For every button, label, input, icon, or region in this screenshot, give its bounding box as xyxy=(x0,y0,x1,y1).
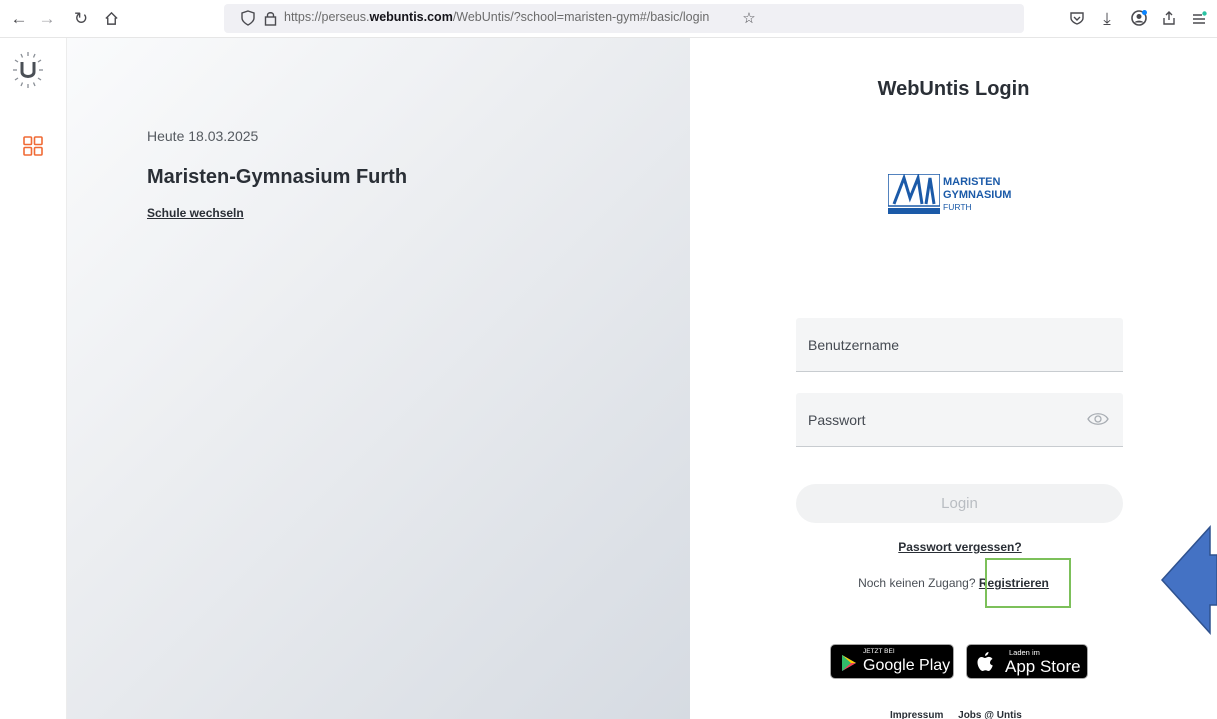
highlight-box xyxy=(985,558,1071,608)
login-button[interactable]: Login xyxy=(796,484,1123,523)
username-field[interactable] xyxy=(796,318,1123,372)
username-input[interactable] xyxy=(796,318,1123,371)
pocket-icon[interactable] xyxy=(1066,7,1088,29)
password-input[interactable] xyxy=(796,393,1123,446)
app-store-text: App Store xyxy=(1005,657,1081,676)
logo-text-line2: GYMNASIUM xyxy=(943,189,1012,201)
jobs-link[interactable]: Jobs @ Untis xyxy=(958,710,1022,719)
forgot-password-link[interactable]: Passwort vergessen? xyxy=(690,540,1217,554)
app-store-badge[interactable]: Laden im App Store xyxy=(966,644,1088,679)
impressum-link[interactable]: Impressum xyxy=(890,710,943,719)
google-play-small-text: JETZT BEI xyxy=(863,648,895,655)
logo-text-line3: FURTH xyxy=(943,202,972,212)
shield-icon[interactable] xyxy=(238,8,258,28)
browser-toolbar: ← → ↻ https://perseus.webuntis.com/WebUn… xyxy=(0,0,1217,38)
share-icon[interactable] xyxy=(1158,7,1180,29)
side-rail xyxy=(0,38,67,719)
forward-arrow-icon[interactable]: → xyxy=(36,7,58,29)
bookmark-star-icon[interactable]: ☆ xyxy=(739,8,759,28)
account-icon[interactable] xyxy=(1128,7,1150,29)
school-info-panel: Heute 18.03.2025 Maristen-Gymnasium Furt… xyxy=(67,38,690,719)
no-access-text: Noch keinen Zugang? xyxy=(858,576,976,590)
google-play-badge[interactable]: JETZT BEI Google Play xyxy=(830,644,954,679)
today-date: Heute 18.03.2025 xyxy=(147,128,259,144)
apple-icon xyxy=(977,652,993,671)
home-icon[interactable] xyxy=(100,7,122,29)
eye-icon[interactable] xyxy=(1087,411,1109,427)
login-title: WebUntis Login xyxy=(877,78,1030,100)
app-store-small-text: Laden im xyxy=(1009,648,1040,657)
password-field[interactable] xyxy=(796,393,1123,447)
footer-links: Impressum Jobs @ Untis xyxy=(890,710,1034,719)
url-text: https://perseus.webuntis.com/WebUntis/?s… xyxy=(284,10,710,24)
untis-logo-icon[interactable] xyxy=(8,50,48,90)
google-play-text: Google Play xyxy=(863,657,951,674)
school-name: Maristen-Gymnasium Furth xyxy=(147,166,408,188)
apps-grid-icon[interactable] xyxy=(23,136,43,156)
back-arrow-icon[interactable]: ← xyxy=(8,7,30,29)
download-icon[interactable]: ⤓ xyxy=(1096,7,1118,29)
annotation-arrow-icon xyxy=(1160,525,1217,635)
logo-text-line1: MARISTEN xyxy=(943,176,1001,188)
switch-school-link[interactable]: Schule wechseln xyxy=(147,206,244,220)
school-logo: MARISTEN GYMNASIUM FURTH xyxy=(888,168,1038,230)
lock-icon[interactable] xyxy=(260,8,280,28)
url-bar[interactable]: https://perseus.webuntis.com/WebUntis/?s… xyxy=(224,4,1024,33)
page-root: ← → ↻ https://perseus.webuntis.com/WebUn… xyxy=(0,0,1217,719)
register-row: Noch keinen Zugang? Registrieren xyxy=(690,576,1217,590)
reload-icon[interactable]: ↻ xyxy=(70,7,92,29)
login-panel: WebUntis Login MARISTEN GYMNASIUM FURTH … xyxy=(690,38,1217,719)
menu-icon[interactable] xyxy=(1188,7,1210,29)
school-logo-emblem-icon xyxy=(888,174,940,214)
google-play-icon xyxy=(842,655,856,671)
